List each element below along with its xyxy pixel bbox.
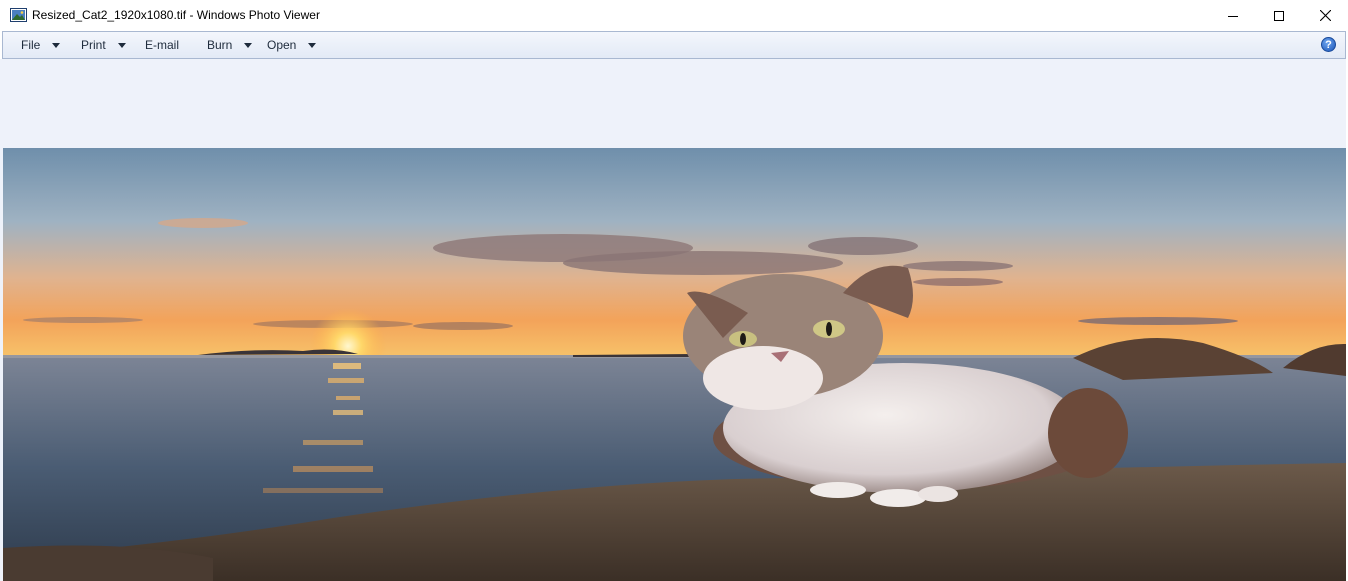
chevron-down-icon: [52, 42, 61, 48]
menu-open[interactable]: Open: [267, 32, 317, 58]
maximize-icon: [1274, 10, 1284, 21]
help-icon[interactable]: ?: [1321, 37, 1336, 52]
menu-print[interactable]: Print: [81, 32, 126, 58]
chevron-down-icon: [308, 42, 317, 48]
minimize-icon: [1228, 15, 1238, 17]
minimize-button[interactable]: [1210, 0, 1256, 31]
menu-email-label: E-mail: [145, 38, 180, 52]
window-title: Resized_Cat2_1920x1080.tif - Windows Pho…: [32, 8, 320, 22]
maximize-button[interactable]: [1256, 0, 1302, 31]
close-icon: [1319, 10, 1331, 21]
title-bar[interactable]: Resized_Cat2_1920x1080.tif - Windows Pho…: [0, 0, 1348, 31]
menu-file-label: File: [21, 38, 41, 52]
command-bar: File Print E-mail Burn Open ?: [2, 31, 1346, 59]
menu-burn-label: Burn: [207, 38, 233, 52]
menu-open-label: Open: [267, 38, 297, 52]
close-button[interactable]: [1302, 0, 1348, 31]
menu-print-label: Print: [81, 38, 106, 52]
cat-on-rock-at-sunset-photo-icon: [3, 148, 1346, 581]
menu-burn[interactable]: Burn: [207, 32, 253, 58]
chevron-down-icon: [117, 42, 126, 48]
photo-viewer-app-icon: [10, 8, 27, 22]
chevron-down-icon: [244, 42, 253, 48]
menu-email[interactable]: E-mail: [145, 32, 179, 58]
cat-photo[interactable]: [3, 148, 1346, 581]
menu-file[interactable]: File: [21, 32, 61, 58]
